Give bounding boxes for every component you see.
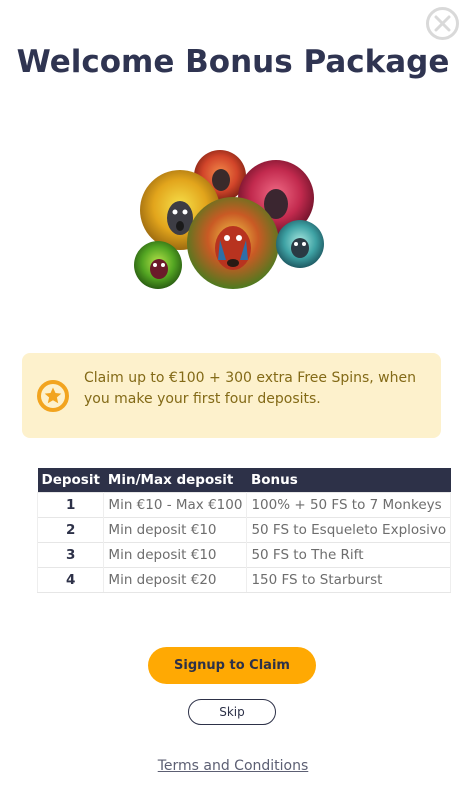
deposit-number: 4 [36,566,105,593]
bonus-value: 150 FS to Starburst [246,566,452,593]
header-min-max: Min/Max deposit [103,468,247,492]
star-icon [37,380,69,412]
deposit-number: 1 [36,491,105,517]
table-row: 1 Min €10 - Max €100 100% + 50 FS to 7 M… [36,491,452,517]
deposit-number: 2 [36,516,105,542]
modal-title: Welcome Bonus Package [16,44,450,80]
welcome-bonus-modal: Welcome Bonus Package Claim up to €100 +… [0,0,466,809]
header-bonus: Bonus [246,468,451,492]
table-row: 4 Min deposit €20 150 FS to Starburst [36,566,452,593]
promo-banner: Claim up to €100 + 300 extra Free Spins,… [22,353,441,438]
close-button[interactable] [426,7,459,40]
deposit-number: 3 [36,541,105,567]
deposit-limit: Min deposit €10 [103,516,248,542]
bonus-table: Deposit Min/Max deposit Bonus 1 Min €10 … [36,468,452,593]
table-header-row: Deposit Min/Max deposit Bonus [37,468,451,492]
deposit-limit: Min deposit €10 [103,541,248,567]
signup-to-claim-button[interactable]: Signup to Claim [148,647,316,684]
deposit-limit: Min deposit €20 [103,566,248,593]
deposit-limit: Min €10 - Max €100 [103,491,248,517]
terms-and-conditions-link[interactable]: Terms and Conditions [0,758,466,774]
bonus-value: 50 FS to Esqueleto Explosivo [246,516,452,542]
bonus-value: 50 FS to The Rift [246,541,452,567]
table-row: 2 Min deposit €10 50 FS to Esqueleto Exp… [36,516,452,542]
bonus-value: 100% + 50 FS to 7 Monkeys [246,491,452,517]
skip-button[interactable]: Skip [188,699,276,725]
close-icon [434,15,451,32]
table-row: 3 Min deposit €10 50 FS to The Rift [36,541,452,567]
promo-text: Claim up to €100 + 300 extra Free Spins,… [84,370,416,407]
monkeys-illustration [134,150,324,289]
header-deposit: Deposit [37,468,104,492]
